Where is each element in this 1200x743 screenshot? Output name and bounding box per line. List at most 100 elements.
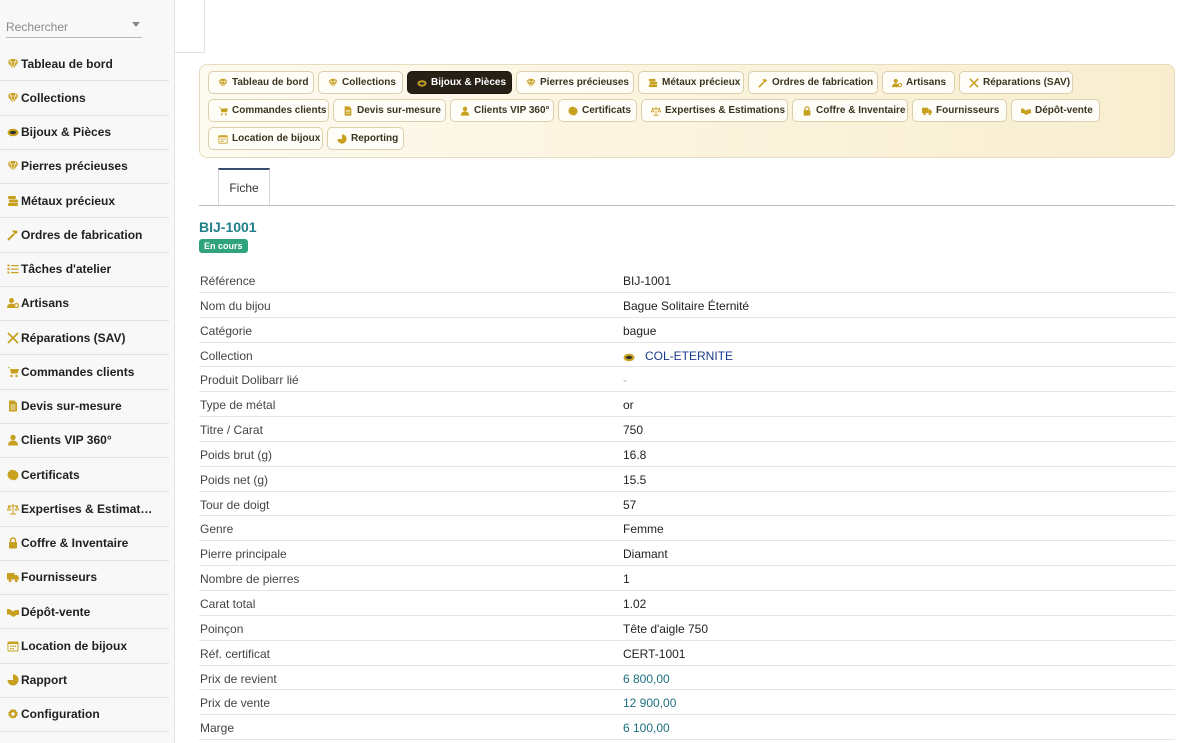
sidebar-item-location-de-bijoux[interactable]: Location de bijoux (0, 629, 169, 664)
sidebar-item-reparations-sav[interactable]: Réparations (SAV) (0, 321, 169, 356)
field-row-marge: Marge 6 100,00 (199, 715, 1175, 741)
gem-icon (6, 92, 19, 104)
lock-icon (6, 537, 19, 549)
field-value: Femme (623, 522, 664, 537)
field-label: Poids brut (g) (200, 447, 273, 462)
module-tabs-panel: Tableau de bord Collections Bijoux & Pièce… (199, 64, 1175, 158)
sidebar-item-devis-sur-mesure[interactable]: Devis sur-mesure (0, 390, 169, 424)
sidebar-item-label: Tâches d'atelier (21, 262, 112, 277)
sidebar-item-label: Réparations (SAV) (21, 330, 126, 345)
module-tab-label: Commandes clients (232, 105, 327, 116)
module-tab-label: Expertises & Estimations (665, 105, 786, 116)
field-value: 1.02 (623, 596, 647, 611)
field-row-carat-total: Carat total 1.02 (199, 591, 1175, 616)
module-tab-ordres-de-fabrication[interactable]: Ordres de fabrication (748, 71, 878, 94)
search-select[interactable]: Rechercher (6, 14, 142, 38)
field-value: 1 (623, 572, 630, 587)
sidebar-item-configuration[interactable]: Configuration (0, 698, 169, 732)
collection-link-text[interactable]: COL-ETERNITE (645, 349, 733, 363)
sidebar-item-metaux-precieux[interactable]: Métaux précieux (0, 184, 169, 219)
user-icon (459, 105, 471, 117)
module-tab-label: Réparations (SAV) (983, 77, 1071, 88)
module-tab-label: Bijoux & Pièces (431, 77, 507, 88)
tools-icon (6, 331, 19, 344)
sidebar-item-ordres-de-fabrication[interactable]: Ordres de fabrication (0, 218, 169, 253)
module-tab-clients-vip-360[interactable]: Clients VIP 360° (450, 99, 554, 122)
field-value[interactable]: COL-ETERNITE (623, 349, 733, 363)
field-label: Nom du bijou (200, 298, 271, 313)
field-row-tour-de-doigt: Tour de doigt 57 (199, 492, 1175, 517)
module-tab-metaux-precieux[interactable]: Métaux précieux (638, 71, 744, 94)
field-row-genre: Genre Femme (199, 516, 1175, 542)
sidebar-item-label: Pierres précieuses (21, 159, 128, 174)
module-tab-collections[interactable]: Collections (318, 71, 403, 94)
sidebar-item-artisans[interactable]: Artisans (0, 287, 169, 321)
sidebar-item-coffre-inventaire[interactable]: Coffre & Inventaire (0, 527, 169, 561)
module-tab-fournisseurs[interactable]: Fournisseurs (912, 99, 1007, 122)
sidebar-item-label: Artisans (21, 296, 70, 311)
sidebar-item-expertises-estimat[interactable]: Expertises & Estimat… (0, 492, 169, 527)
field-row-collection: Collection COL-ETERNITE (199, 343, 1175, 368)
module-tab-depot-vente[interactable]: Dépôt-vente (1011, 99, 1100, 122)
field-label: Collection (200, 348, 253, 363)
balance-icon (6, 503, 19, 515)
user-icon (6, 434, 19, 446)
sidebar-item-rapport[interactable]: Rapport (0, 664, 169, 698)
tab-fiche[interactable]: Fiche (218, 168, 270, 206)
file-icon (342, 105, 354, 117)
module-tab-reparations-sav[interactable]: Réparations (SAV) (959, 71, 1073, 94)
field-value: 12 900,00 (623, 696, 677, 711)
module-tab-coffre-inventaire[interactable]: Coffre & Inventaire (792, 99, 908, 122)
calendar-icon (217, 133, 229, 145)
module-tab-certificats[interactable]: Certificats (558, 99, 637, 122)
field-label: Poinçon (200, 621, 244, 636)
sidebar-item-label: Collections (21, 90, 86, 105)
sidebar-item-certificats[interactable]: Certificats (0, 458, 169, 493)
handshake-icon (6, 606, 19, 618)
sidebar-item-label: Expertises & Estimat… (21, 501, 153, 516)
sidebar-item-pierres-precieuses[interactable]: Pierres précieuses (0, 150, 169, 184)
module-tab-label: Devis sur-mesure (357, 105, 441, 116)
sidebar-item-bijoux-pieces[interactable]: Bijoux & Pièces (0, 116, 169, 150)
hammer-icon (757, 77, 769, 89)
field-label: Réf. certificat (200, 646, 271, 661)
field-row-nom-du-bijou: Nom du bijou Bague Solitaire Éternité (199, 293, 1175, 318)
ring-icon (416, 77, 428, 89)
module-tab-expertises-estimations[interactable]: Expertises & Estimations (641, 99, 788, 122)
tab-bar-line (199, 205, 1175, 206)
sidebar-item-tableau-de-bord[interactable]: Tableau de bord (0, 47, 169, 82)
module-tab-commandes-clients[interactable]: Commandes clients (208, 99, 329, 122)
module-tab-devis-sur-mesure[interactable]: Devis sur-mesure (333, 99, 446, 122)
certificate-icon (567, 105, 579, 117)
calendar-icon (6, 640, 19, 652)
module-tab-artisans[interactable]: Artisans (882, 71, 955, 94)
sidebar-item-taches-d-atelier[interactable]: Tâches d'atelier (0, 253, 169, 287)
module-tab-location-de-bijoux[interactable]: Location de bijoux (208, 127, 323, 150)
lock-icon (801, 105, 813, 117)
sidebar-item-commandes-clients[interactable]: Commandes clients (0, 355, 169, 390)
sidebar-item-collections[interactable]: Collections (0, 81, 169, 116)
sidebar-item-fournisseurs[interactable]: Fournisseurs (0, 561, 169, 595)
module-tab-pierres-precieuses[interactable]: Pierres précieuses (516, 71, 634, 94)
sidebar-item-label: Coffre & Inventaire (21, 536, 129, 551)
status-badge: En cours (199, 239, 248, 253)
sidebar-item-label: Devis sur-mesure (21, 399, 122, 414)
cart-icon (217, 105, 229, 117)
record-fields-table: Référence BIJ-1001 Nom du bijou Bague Solit… (199, 268, 1175, 741)
module-tab-tableau-de-bord[interactable]: Tableau de bord (208, 71, 314, 94)
field-row-nombre-de-pierres: Nombre de pierres 1 (199, 566, 1175, 591)
field-row-poids-brut-g: Poids brut (g) 16.8 (199, 442, 1175, 467)
module-tab-reporting[interactable]: Reporting (327, 127, 404, 150)
sidebar-item-depot-vente[interactable]: Dépôt-vente (0, 595, 169, 630)
module-tab-label: Artisans (906, 77, 947, 88)
sidebar-item-clients-vip-360[interactable]: Clients VIP 360° (0, 424, 169, 458)
field-label: Type de métal (200, 398, 276, 413)
gem-icon (6, 160, 19, 172)
field-label: Pierre principale (200, 547, 287, 562)
module-tab-label: Clients VIP 360° (474, 105, 550, 116)
module-tab-label: Fournisseurs (936, 105, 1000, 116)
field-row-reference: Référence BIJ-1001 (199, 268, 1175, 293)
field-row-poids-net-g: Poids net (g) 15.5 (199, 467, 1175, 492)
top-tab-placeholder (175, 0, 205, 53)
module-tab-bijoux-pieces[interactable]: Bijoux & Pièces (407, 71, 512, 94)
